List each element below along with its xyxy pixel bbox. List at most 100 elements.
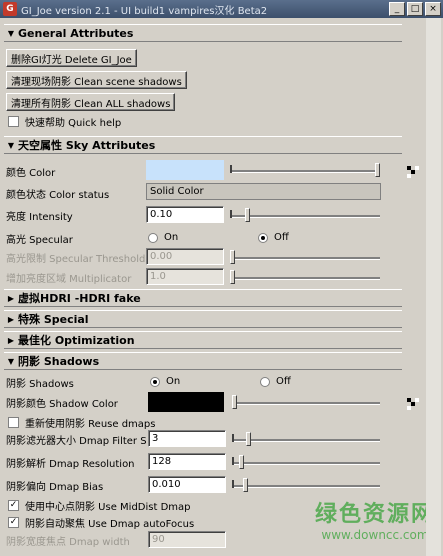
slider-left-stop [232,457,234,465]
slider-thumb[interactable] [245,208,250,222]
section-sky[interactable]: ▼ 天空属性 Sky Attributes [4,136,402,154]
radio-dot [258,232,268,243]
scrollbar[interactable] [426,18,441,556]
middist-dmap-label: 使用中心点阴影 Use MidDist Dmap [25,502,191,513]
slider-track [232,462,380,465]
slider-thumb [230,250,235,264]
row-shadow-color: 阴影颜色 Shadow Color [4,392,424,412]
multiplicator-input: 1.0 [146,268,224,285]
expand-triangle-icon: ▼ [7,28,15,38]
slider-thumb[interactable] [243,478,248,492]
reuse-dmaps-checkbox[interactable]: 重新使用阴影 Reuse dmaps [8,415,155,430]
row-dmap-filter: 阴影滤光器大小 Dmap Filter Size 3 [4,429,424,449]
dmap-resolution-label: 阴影解析 Dmap Resolution [6,459,135,470]
dmap-filter-slider[interactable] [232,432,380,446]
attribute-panel: ▼ General Attributes 删除GI灯光 Delete GI_Jo… [4,24,411,556]
section-hdri-title: 虚拟HDRI -HDRI fake [18,292,141,305]
intensity-slider[interactable] [230,208,380,222]
dmap-filter-input[interactable]: 3 [148,430,226,447]
slider-track [230,215,380,218]
quick-help-checkbox[interactable]: 快速帮助 Quick help [8,114,121,129]
specular-threshold-slider [230,250,380,264]
checkbox-box [8,116,19,127]
expand-triangle-icon: ▼ [7,356,15,366]
section-optimization[interactable]: ▶ 最佳化 Optimization [4,331,402,349]
dmap-filter-label: 阴影滤光器大小 Dmap Filter Size [6,436,146,447]
dmap-bias-label: 阴影偏向 Dmap Bias [6,482,104,493]
section-shadows-title: 阴影 Shadows [18,355,100,368]
specular-off-radio[interactable]: Off [258,232,289,243]
slider-thumb [230,270,235,284]
row-specular: 高光 Specular On Off [4,228,424,248]
section-shadows[interactable]: ▼ 阴影 Shadows [4,352,402,370]
checkbox-box: ✓ [8,517,19,528]
shadow-color-slider[interactable] [232,395,380,409]
intensity-label: 亮度 Intensity [6,212,73,223]
row-color-status: 颜色状态 Color status Solid Color [4,183,424,203]
slider-track [230,277,380,280]
slider-thumb[interactable] [375,163,380,177]
shadow-color-swatch[interactable] [148,392,224,412]
maximize-button[interactable]: □ [407,2,423,16]
slider-thumb[interactable] [246,432,251,446]
slider-track [230,257,380,260]
dmap-autofocus-checkbox[interactable]: ✓ 阴影自动聚焦 Use Dmap autoFocus [8,515,194,530]
delete-gi-button[interactable]: 删除GI灯光 Delete GI_Joe [6,49,137,67]
watermark-url: www.downcc.com [321,528,429,542]
middist-dmap-checkbox[interactable]: ✓ 使用中心点阴影 Use MidDist Dmap [8,498,191,513]
slider-track [232,402,380,405]
specular-label: 高光 Specular [6,235,73,246]
minimize-button[interactable]: _ [389,2,405,16]
close-button[interactable]: × [425,2,441,16]
slider-track [230,170,380,173]
section-optimization-title: 最佳化 Optimization [18,334,135,347]
specular-off-label: Off [274,232,289,243]
section-hdri[interactable]: ▶ 虚拟HDRI -HDRI fake [4,289,402,307]
dmap-bias-slider[interactable] [232,478,380,492]
dmap-bias-input[interactable]: 0.010 [148,476,226,493]
dmap-resolution-slider[interactable] [232,455,380,469]
expand-triangle-icon: ▼ [7,140,15,150]
section-sky-title: 天空属性 Sky Attributes [18,139,156,152]
row-dmap-bias: 阴影偏向 Dmap Bias 0.010 [4,475,424,495]
watermark-title: 绿色资源网 [314,502,435,527]
slider-left-stop [230,210,232,218]
shadow-color-label: 阴影颜色 Shadow Color [6,399,118,410]
intensity-input[interactable]: 0.10 [146,206,224,223]
section-special[interactable]: ▶ 特殊 Special [4,310,402,328]
shadows-off-radio[interactable]: Off [260,376,291,387]
section-general[interactable]: ▼ General Attributes [4,24,402,42]
clean-scene-shadows-button[interactable]: 清理现场阴影 Clean scene shadows [6,71,187,89]
watermark: 绿色资源网 www.downcc.com [315,496,435,542]
dmap-width-input: 90 [148,531,226,548]
shadows-on-radio[interactable]: On [150,376,180,387]
slider-left-stop [230,165,232,173]
quick-help-label: 快速帮助 Quick help [25,118,122,129]
specular-on-radio[interactable]: On [148,232,178,243]
row-multiplicator: 增加亮度区域 Multiplicator 1.0 [4,267,424,287]
window-titlebar: G GI_Joe version 2.1 - UI build1 vampire… [0,0,443,18]
dmap-resolution-input[interactable]: 128 [148,453,226,470]
window-content: ▼ General Attributes 删除GI灯光 Delete GI_Jo… [0,18,443,556]
slider-thumb[interactable] [239,455,244,469]
specular-on-label: On [164,232,179,243]
slider-thumb[interactable] [232,395,237,409]
color-status-field: Solid Color [146,183,381,200]
app-icon: G [3,2,17,16]
sky-color-swatch[interactable] [146,160,224,180]
sky-color-slider[interactable] [230,163,380,177]
color-picker-icon[interactable] [404,396,420,410]
checkbox-box: ✓ [8,500,19,511]
row-shadows: 阴影 Shadows On Off [4,372,424,392]
shadows-label: 阴影 Shadows [6,379,74,390]
collapse-triangle-icon: ▶ [7,293,15,303]
row-specular-threshold: 高光限制 Specular Threshold 0.00 [4,247,424,267]
section-general-title: General Attributes [18,26,134,40]
color-picker-icon[interactable] [404,164,420,178]
clean-all-shadows-button[interactable]: 清理所有阴影 Clean ALL shadows [6,93,176,111]
row-intensity: 亮度 Intensity 0.10 [4,205,424,225]
slider-left-stop [232,480,234,488]
row-dmap-resolution: 阴影解析 Dmap Resolution 128 [4,452,424,472]
color-label: 颜色 Color [6,168,56,179]
section-special-title: 特殊 Special [18,313,89,326]
